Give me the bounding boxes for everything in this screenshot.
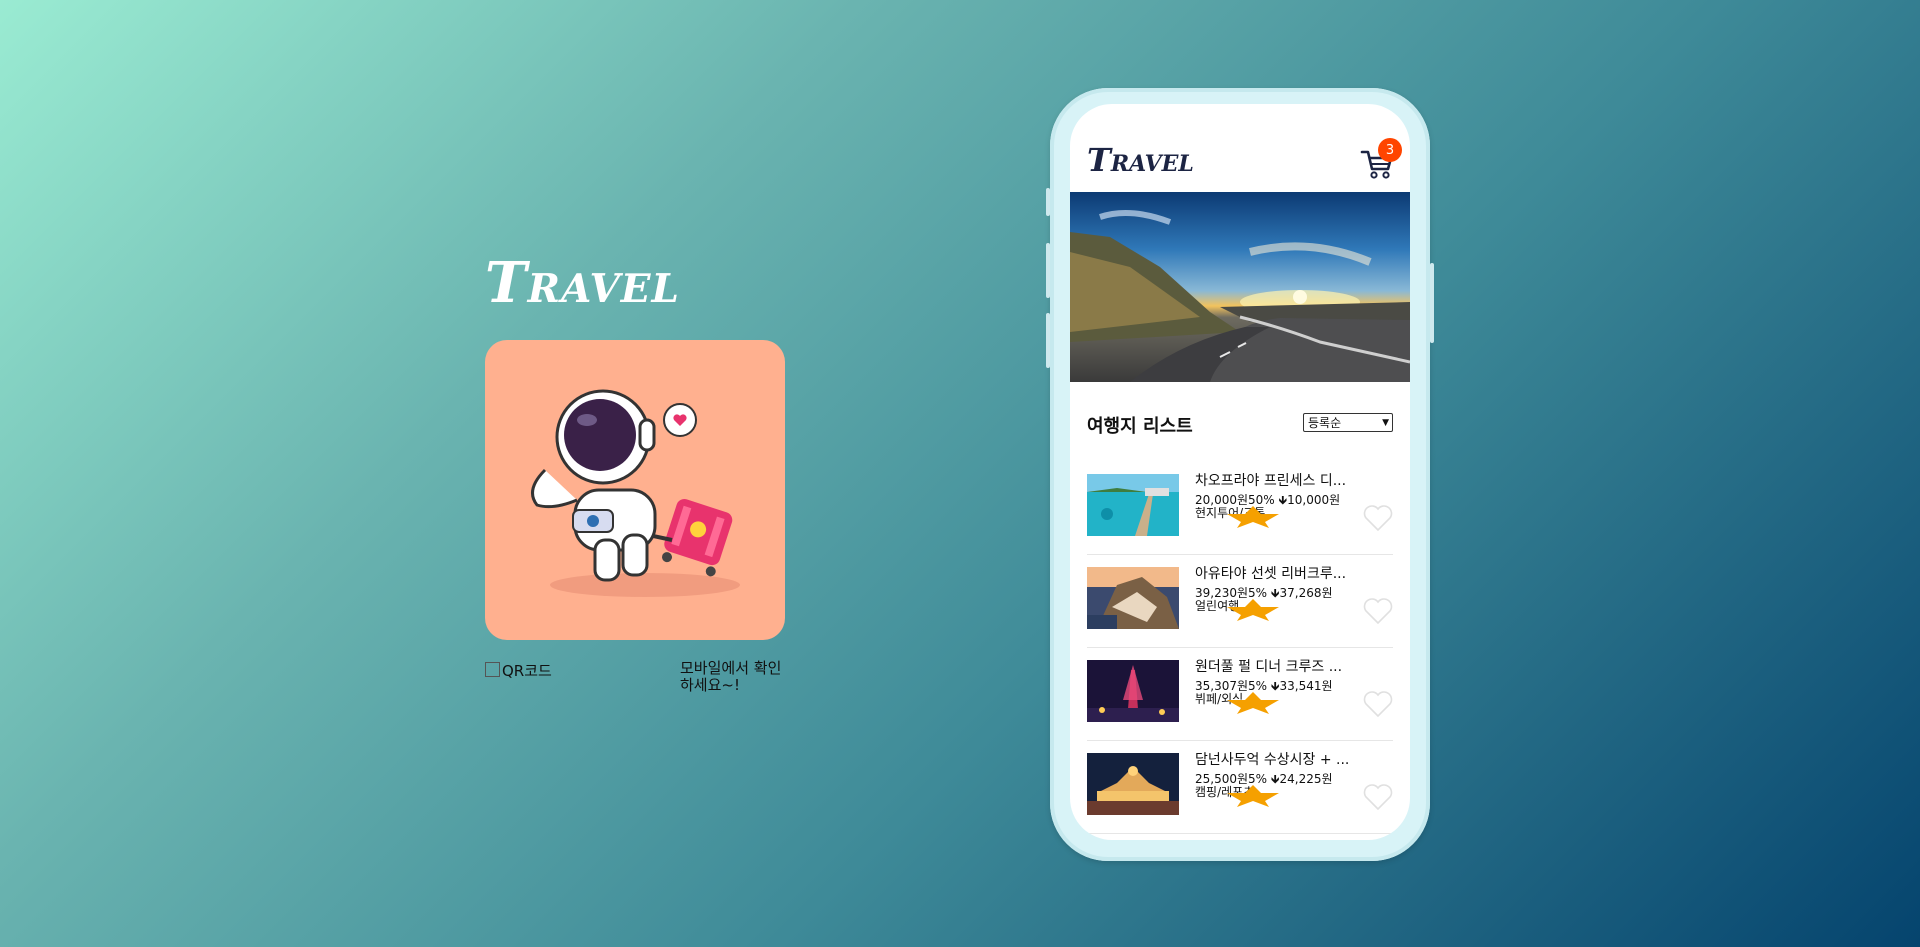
phone-power-button bbox=[1430, 263, 1434, 343]
list-item[interactable]: 담넌사두억 수상시장 + ... 25,500원5% 🡻24,225원 캠핑/레… bbox=[1087, 741, 1393, 834]
item-title[interactable]: 담넌사두억 수상시장 + ... bbox=[1195, 749, 1370, 769]
item-title[interactable]: 차오프라야 프린세스 디... bbox=[1195, 470, 1370, 490]
star-icon bbox=[1227, 599, 1279, 621]
heart-icon[interactable] bbox=[1363, 504, 1393, 532]
list-title: 여행지 리스트 bbox=[1087, 416, 1193, 437]
list-item[interactable]: 차오프라야 프린세스 디... 20,000원50% 🡻10,000원 현지투어… bbox=[1087, 462, 1393, 555]
hero-banner-image bbox=[1070, 192, 1410, 382]
list-item[interactable]: 아유타야 선셋 리버크루... 39,230원5% 🡻37,268원 얼린여행 bbox=[1087, 555, 1393, 648]
heart-icon[interactable] bbox=[1363, 597, 1393, 625]
app-screen: Travel 3 여행지 리스트 등록순 ▼ 차오프라야 프린세스 디... 2… bbox=[1070, 104, 1410, 840]
item-thumbnail bbox=[1087, 474, 1179, 536]
item-discount: 5% bbox=[1248, 679, 1268, 693]
mobile-message: 모바일에서 확인하세요~! bbox=[680, 659, 782, 694]
item-sale-price: 37,268원 bbox=[1279, 586, 1333, 600]
item-sale-price: 10,000원 bbox=[1287, 493, 1341, 507]
arrow-down-icon: 🡻 bbox=[1270, 772, 1280, 786]
arrow-down-icon: 🡻 bbox=[1270, 586, 1280, 600]
star-icon bbox=[1227, 506, 1279, 528]
qr-code-image bbox=[485, 662, 500, 677]
phone-mockup: Travel 3 여행지 리스트 등록순 ▼ 차오프라야 프린세스 디... 2… bbox=[1046, 88, 1434, 861]
sort-select[interactable]: 등록순 ▼ bbox=[1303, 413, 1393, 432]
phone-side-button bbox=[1046, 188, 1050, 216]
phone-volume-up bbox=[1046, 243, 1050, 298]
item-thumbnail bbox=[1087, 753, 1179, 815]
astronaut-illustration bbox=[485, 340, 785, 640]
star-icon bbox=[1227, 692, 1279, 714]
item-sale-price: 33,541원 bbox=[1279, 679, 1333, 693]
cart-button[interactable]: 3 bbox=[1360, 138, 1402, 180]
phone-volume-down bbox=[1046, 313, 1050, 368]
star-icon bbox=[1227, 785, 1279, 807]
item-thumbnail bbox=[1087, 567, 1179, 629]
item-title[interactable]: 원더풀 펄 디너 크루즈 ... bbox=[1195, 656, 1370, 676]
chevron-down-icon: ▼ bbox=[1382, 417, 1389, 428]
item-discount: 5% bbox=[1248, 586, 1268, 600]
qr-code: QR코드 bbox=[485, 660, 552, 693]
heart-icon[interactable] bbox=[1363, 690, 1393, 718]
list-item[interactable]: 원더풀 펄 디너 크루즈 ... 35,307원5% 🡻33,541원 뷔페/외… bbox=[1087, 648, 1393, 741]
item-sale-price: 24,225원 bbox=[1279, 772, 1333, 786]
item-title[interactable]: 아유타야 선셋 리버크루... bbox=[1195, 563, 1370, 583]
cart-count-badge: 3 bbox=[1378, 138, 1402, 162]
list-header: 여행지 리스트 등록순 ▼ bbox=[1070, 382, 1410, 462]
item-thumbnail bbox=[1087, 660, 1179, 722]
promo-brand-logo: Travel bbox=[485, 250, 680, 316]
arrow-down-icon: 🡻 bbox=[1278, 493, 1288, 507]
app-brand-logo[interactable]: Travel bbox=[1087, 144, 1194, 176]
promo-panel: Travel QR코드 모바일에서 확인하세요~! bbox=[485, 255, 785, 693]
heart-icon[interactable] bbox=[1363, 783, 1393, 811]
sort-selected-value: 등록순 bbox=[1308, 416, 1342, 430]
qr-code-label: QR코드 bbox=[502, 662, 552, 680]
arrow-down-icon: 🡻 bbox=[1270, 679, 1280, 693]
app-header: Travel 3 bbox=[1070, 104, 1410, 192]
